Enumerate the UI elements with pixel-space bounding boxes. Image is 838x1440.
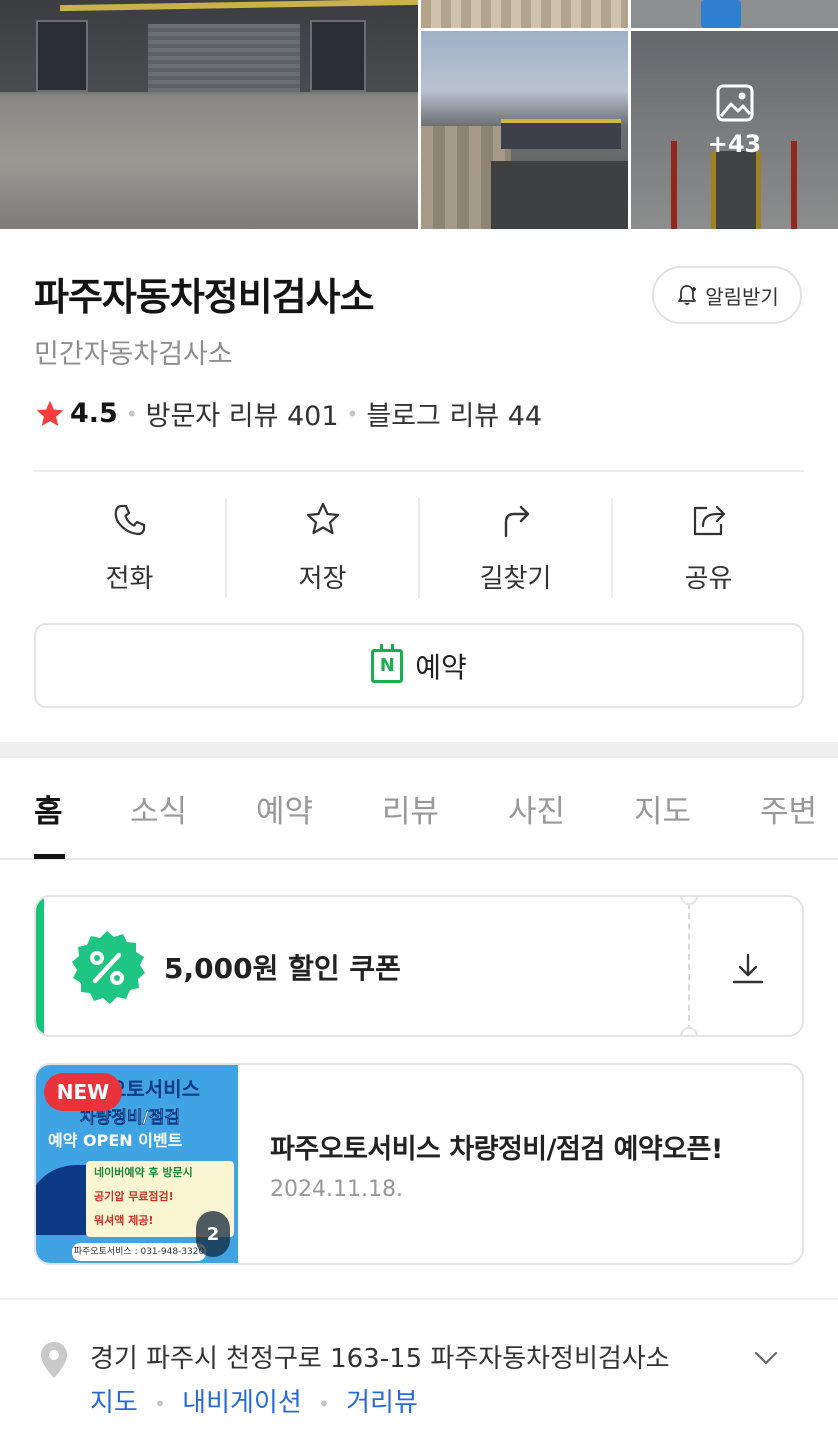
tab-home[interactable]: 홈 [34,786,63,831]
address-links: 지도 • 내비게이션 • 거리뷰 [90,1382,418,1419]
naver-booking-icon: N [371,643,404,683]
directions-icon [504,505,529,538]
tab-bar: 홈 소식 예약 리뷰 사진 지도 주변 [0,760,838,860]
alarm-label: 알림받기 [705,284,779,309]
phone-icon [114,504,145,536]
share-button[interactable]: 공유 [613,498,804,598]
news-thumbnail[interactable]: 오토서비스 차량정비/점검 예약 OPEN 이벤트 네이버예약 후 방문시 공기… [36,1065,238,1263]
coupon-card[interactable]: 5,000원 할인 쿠폰 [34,895,804,1037]
star-rating-icon [36,400,64,426]
section-separator [0,742,838,758]
building-sign [501,119,621,149]
save-button[interactable]: 저장 [227,498,420,598]
place-name: 파주자동차정비검사소 [34,275,375,319]
tab-reviews[interactable]: 리뷰 [382,786,439,831]
address-text[interactable]: 경기 파주시 천정구로 163-15 파주자동차정비검사소 [90,1338,670,1375]
coupon-accent-bar [36,897,44,1035]
coupon-text: 5,000원 할인 쿠폰 [164,952,401,985]
action-bar: 전화 저장 길찾기 공유 [34,498,804,598]
coupon-notch [680,1027,698,1035]
rating-score: 4.5 [70,398,118,429]
navigation-link[interactable]: 내비게이션 [182,1388,302,1418]
tab-nearby[interactable]: 주변 [760,786,817,831]
call-button[interactable]: 전화 [34,498,227,598]
divider [0,1298,838,1300]
booking-label: 예약 [415,650,467,684]
separator-dot: • [125,401,138,426]
photo-gallery[interactable]: +43 [0,0,838,229]
news-date: 2024.11.18. [270,1177,403,1202]
separator-dot: • [154,1392,166,1416]
tab-booking[interactable]: 예약 [256,786,313,831]
lane-marking [701,0,741,28]
download-icon[interactable] [728,949,768,989]
rating-row: 4.5 • 방문자 리뷰 401 • 블로그 리뷰 44 [34,394,542,433]
percent-badge-icon [72,931,145,1004]
glass-door [36,20,88,92]
streetview-link[interactable]: 거리뷰 [346,1388,418,1418]
photo-thumb[interactable] [421,31,628,229]
bell-plus-icon [678,285,697,305]
share-label: 공유 [684,564,733,594]
road [491,161,628,229]
image-icon [716,84,753,122]
glass-door [310,20,366,92]
map-link[interactable]: 지도 [90,1388,138,1418]
photo-thumb[interactable] [631,0,838,28]
separator-dot: • [346,401,359,426]
tab-map[interactable]: 지도 [634,786,691,831]
tab-photos[interactable]: 사진 [508,786,565,831]
thumb-phone: 파주오토서비스 : 031-948-3320 [72,1243,206,1261]
place-category: 민간자동차검사소 [34,339,233,370]
news-title: 파주오토서비스 차량정비/점검 예약오픈! [270,1134,723,1165]
directions-label: 길찾기 [479,564,552,594]
visitor-reviews-link[interactable]: 방문자 리뷰 401 [146,394,339,433]
garage-shutter [148,24,300,92]
booking-button[interactable]: N 예약 [34,623,804,708]
more-photos-count: +43 [707,130,762,158]
location-pin-icon [41,1342,67,1378]
coupon-dashed-separator [688,903,690,1031]
coupon-notch [680,897,698,905]
news-card[interactable]: 오토서비스 차량정비/점검 예약 OPEN 이벤트 네이버예약 후 방문시 공기… [34,1063,804,1265]
separator-dot: • [318,1392,330,1416]
photo-thumb[interactable] [421,0,628,28]
image-count-badge: 2 [196,1211,230,1257]
thumb-heading: 오토서비스 [108,1077,200,1101]
more-photos[interactable]: +43 [631,84,838,158]
main-photo[interactable] [0,0,418,229]
chevron-down-icon[interactable] [752,1344,780,1372]
blog-reviews-link[interactable]: 블로그 리뷰 44 [366,394,542,433]
alarm-button[interactable]: 알림받기 [652,266,802,324]
directions-button[interactable]: 길찾기 [420,498,613,598]
tab-news[interactable]: 소식 [130,786,187,831]
call-label: 전화 [105,564,154,594]
share-icon [693,505,725,536]
star-icon [306,502,339,535]
thumb-note-line: 공기압 무료점검! [94,1190,174,1203]
divider [34,470,804,472]
save-label: 저장 [298,564,347,594]
active-tab-indicator [34,854,65,859]
new-badge: NEW [44,1073,122,1111]
thumb-event-text: 예약 OPEN 이벤트 [48,1131,183,1150]
thumb-note-line: 네이버예약 후 방문시 [94,1166,193,1179]
